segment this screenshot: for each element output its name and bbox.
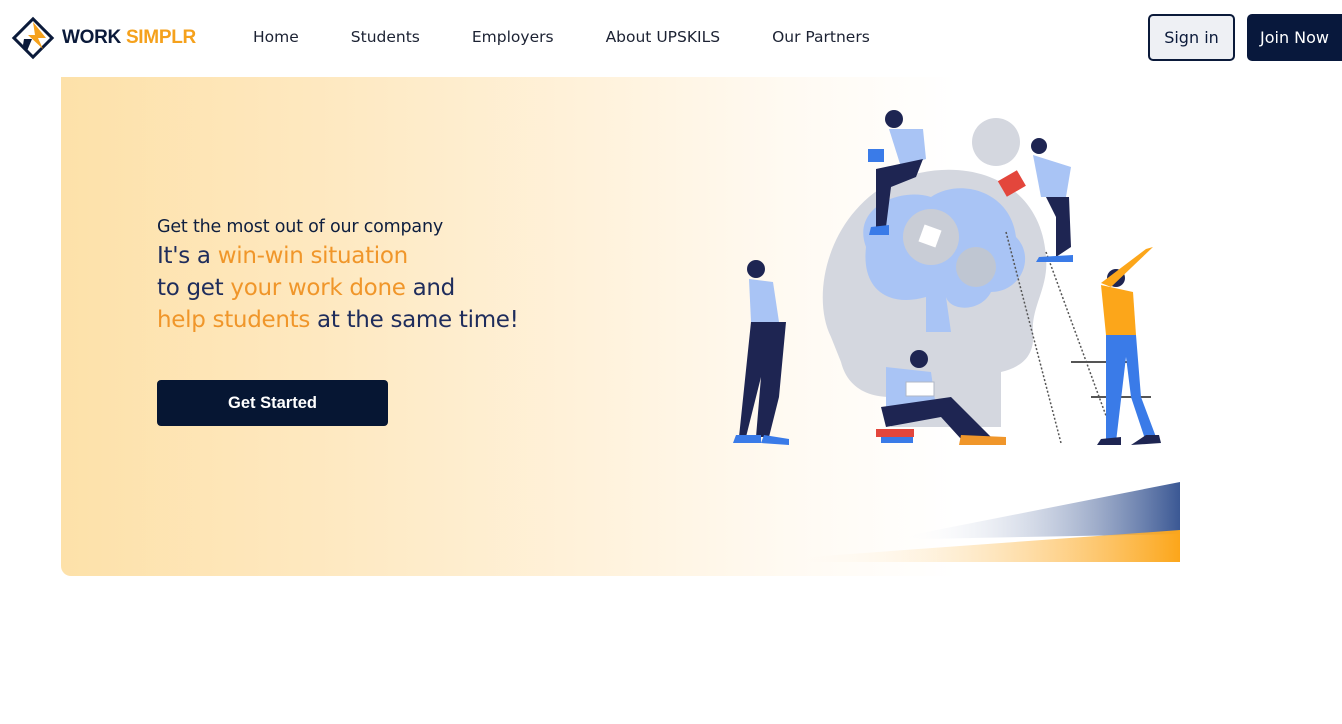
sign-in-button[interactable]: Sign in bbox=[1148, 14, 1235, 61]
hero-line-3-b: at the same time! bbox=[310, 307, 519, 333]
small-gear-icon bbox=[956, 247, 996, 287]
lightbulb-icon bbox=[972, 118, 1020, 166]
hero-text: Get the most out of our company It's a w… bbox=[157, 217, 519, 333]
hero-line-1: It's a win-win situation bbox=[157, 243, 519, 269]
decor-blue-stripe bbox=[901, 482, 1180, 539]
person-thinking bbox=[733, 260, 789, 445]
brand-name-part2: SIMPLR bbox=[125, 27, 196, 48]
join-now-button[interactable]: Join Now bbox=[1247, 14, 1342, 61]
nav-about-upskils[interactable]: About UPSKILS bbox=[606, 28, 721, 46]
site-header: WORK SIMPLR Home Students Employers Abou… bbox=[0, 0, 1342, 76]
team-brainstorm-illustration bbox=[733, 110, 1180, 562]
hero-line-2-a: to get bbox=[157, 275, 231, 301]
nav-employers[interactable]: Employers bbox=[472, 28, 554, 46]
hero-line-2-highlight: your work done bbox=[230, 275, 406, 301]
hero-line-2: to get your work done and bbox=[157, 275, 519, 301]
hero-banner: Get the most out of our company It's a w… bbox=[61, 77, 1180, 576]
brand-name-part1: WORK bbox=[62, 27, 126, 48]
worksimplr-logo-icon bbox=[11, 16, 55, 60]
nav-our-partners[interactable]: Our Partners bbox=[772, 28, 870, 46]
hero-line-1-a: It's a bbox=[157, 243, 218, 269]
hero-line-3-highlight: help students bbox=[157, 307, 311, 333]
nav-students[interactable]: Students bbox=[351, 28, 420, 46]
main-nav: Home Students Employers About UPSKILS Ou… bbox=[253, 28, 922, 46]
hero-line-3: help students at the same time! bbox=[157, 307, 519, 333]
person-pointing bbox=[1097, 247, 1161, 445]
get-started-button[interactable]: Get Started bbox=[157, 380, 388, 426]
hero-line-1-highlight: win-win situation bbox=[217, 243, 408, 269]
hero-eyebrow: Get the most out of our company bbox=[157, 217, 443, 237]
brand-name: WORK SIMPLR bbox=[62, 27, 196, 49]
nav-home[interactable]: Home bbox=[253, 28, 299, 46]
brand-logo[interactable]: WORK SIMPLR bbox=[10, 14, 196, 62]
hero-line-2-c: and bbox=[405, 275, 456, 301]
